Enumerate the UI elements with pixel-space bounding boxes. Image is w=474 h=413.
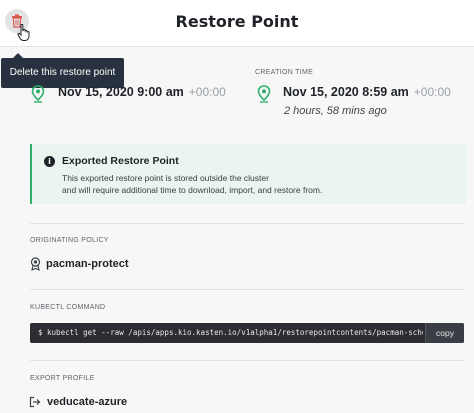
divider — [30, 360, 464, 361]
exported-notice: i Exported Restore Point This exported r… — [30, 144, 466, 204]
creation-time-relative: 2 hours, 58 mins ago — [284, 105, 387, 117]
policy-badge-icon — [30, 257, 41, 271]
page-title: Restore Point — [175, 12, 299, 31]
location-pin-icon — [31, 85, 45, 103]
export-icon — [29, 396, 41, 408]
kubectl-command-text[interactable]: $ kubectl get --raw /apis/apps.kio.kaste… — [38, 323, 423, 343]
original-time-zone: +00:00 — [188, 85, 226, 99]
notice-title: Exported Restore Point — [62, 155, 179, 167]
content-area — [0, 47, 474, 413]
original-time: Nov 15, 2020 9:00 am +00:00 — [58, 85, 226, 99]
policy-link[interactable]: pacman-protect — [46, 258, 129, 270]
creation-time: Nov 15, 2020 8:59 am +00:00 — [283, 85, 451, 99]
location-pin-icon — [257, 85, 271, 103]
kubectl-command-box: $ kubectl get --raw /apis/apps.kio.kaste… — [30, 323, 464, 343]
notice-text-line-1: This exported restore point is stored ou… — [62, 173, 269, 183]
divider — [30, 289, 464, 290]
copy-button[interactable]: copy — [425, 323, 464, 343]
divider — [30, 223, 464, 224]
creation-time-zone: +00:00 — [413, 85, 451, 99]
export-profile-label: EXPORT PROFILE — [30, 375, 95, 382]
originating-policy-label: ORIGINATING POLICY — [30, 237, 109, 244]
info-icon: i — [44, 156, 55, 167]
page-header: Restore Point — [0, 0, 474, 47]
kubectl-command-label: KUBECTL COMMAND — [30, 304, 106, 311]
notice-text-line-2: and will require additional time to down… — [62, 185, 323, 195]
creation-time-label: CREATION TIME — [255, 69, 314, 76]
original-time-value: Nov 15, 2020 9:00 am — [58, 85, 184, 99]
export-profile-link[interactable]: veducate-azure — [47, 396, 127, 408]
creation-time-value: Nov 15, 2020 8:59 am — [283, 85, 409, 99]
delete-tooltip: Delete this restore point — [1, 58, 124, 88]
hand-cursor-icon — [17, 24, 30, 41]
